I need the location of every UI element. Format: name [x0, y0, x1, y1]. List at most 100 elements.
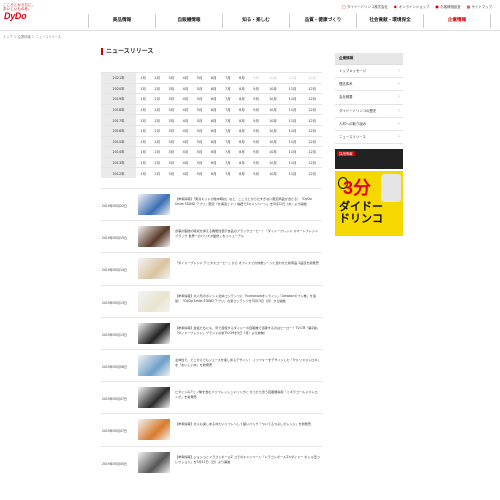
util-link-1[interactable]: ◆ オンラインショップ — [394, 4, 430, 9]
archive-month-link[interactable]: 1月 — [136, 93, 151, 105]
dydo-3min-banner[interactable]: 3分 ダイドー ドリンコ — [335, 171, 403, 237]
archive-month-link[interactable]: 4月 — [178, 146, 193, 158]
archive-month-link[interactable]: 5月 — [192, 114, 207, 126]
archive-month-link[interactable]: 8月 — [234, 103, 249, 115]
news-title-link[interactable]: 【参考情報】「笑点キッドの懐中時計」など、こころとからだすぎない限定商品が当たる… — [175, 197, 320, 207]
archive-month-link[interactable]: 1月 — [136, 82, 151, 94]
archive-month-link[interactable]: 11月 — [282, 103, 303, 115]
archive-month-link[interactable]: 12月 — [302, 114, 322, 126]
archive-month-link[interactable]: 6月 — [206, 146, 221, 158]
gnav-item-2[interactable]: 知る・楽しむ — [223, 14, 290, 28]
archive-month-link[interactable]: 1月 — [136, 135, 151, 147]
archive-month-link[interactable]: 2月 — [150, 93, 165, 105]
news-thumbnail[interactable] — [138, 419, 170, 441]
news-title-link[interactable]: 主体性で、どこからでもジュースを楽しめるデザイン！ イツフォーをデザインした「5… — [175, 358, 320, 368]
gnav-item-3[interactable]: 品質・健康づくり — [290, 14, 357, 28]
gnav-item-0[interactable]: 商品情報 — [89, 14, 156, 28]
archive-month-link[interactable]: 10月 — [263, 124, 283, 137]
archive-month-link[interactable]: 9月 — [249, 124, 264, 137]
archive-month-link[interactable]: 11月 — [282, 93, 303, 105]
breadcrumb[interactable]: トップ ＞ 企業情報 ＞ ニュースリリース — [3, 34, 61, 39]
archive-month-link[interactable]: 1月 — [136, 156, 151, 168]
archive-month-link[interactable]: 8月 — [234, 72, 249, 84]
news-title-link[interactable]: ビタミン&アミノ酸を含むパリフレッシュドリンクに ぴったり合う自販機専用「ミネラ… — [175, 390, 320, 400]
news-item[interactable]: 2019年05月07日 【参考情報】大人も楽しめるゆたいリフレ〜して組いパンク「つ… — [101, 413, 322, 445]
sidebar-heading[interactable]: 企業情報 — [335, 53, 403, 65]
news-thumbnail[interactable] — [138, 194, 170, 215]
archive-month-link[interactable]: 3月 — [164, 156, 179, 168]
news-thumbnail[interactable] — [138, 354, 170, 376]
archive-month-link[interactable]: 5月 — [192, 124, 207, 137]
archive-month-link[interactable]: 1月 — [136, 124, 151, 137]
news-thumbnail[interactable] — [138, 290, 170, 312]
archive-month-link[interactable]: 3月 — [164, 114, 179, 126]
news-thumbnail[interactable] — [138, 226, 170, 248]
archive-month-link[interactable]: 3月 — [164, 146, 179, 158]
archive-month-link[interactable]: 5月 — [192, 103, 207, 115]
archive-month-link[interactable]: 9月 — [249, 82, 264, 94]
archive-month-link[interactable]: 10月 — [263, 156, 283, 168]
util-link-2[interactable]: ● お客様相談室 — [435, 4, 460, 9]
archive-month-link[interactable]: 3月 — [164, 103, 179, 115]
archive-month-link[interactable]: 9月 — [249, 135, 264, 147]
archive-month-link[interactable]: 12月 — [302, 135, 322, 147]
archive-month-link[interactable]: 4月 — [178, 114, 193, 126]
archive-month-link[interactable]: 8月 — [234, 156, 249, 168]
news-item[interactable]: 2019年05月13日 【参考情報】並坂たちにも、皆で自慢するダイドーの自販機で活… — [101, 316, 322, 349]
dydo-logo[interactable]: DyDo — [4, 11, 27, 21]
archive-month-link[interactable]: 10月 — [263, 114, 283, 126]
sidebar-item-5[interactable]: ニュースリリース — [335, 131, 403, 144]
archive-month-link[interactable]: 10月 — [263, 93, 283, 105]
archive-month-link[interactable]: 7月 — [220, 103, 235, 115]
archive-month-link[interactable]: 4月 — [178, 93, 193, 105]
news-title-link[interactable]: 食事の脂肪の吸収を抑える機能性表示食品のブラックコーヒー！「ダイドーブレンド ス… — [175, 229, 320, 239]
news-title-link[interactable]: 【参考情報】大人も楽しめるゆたいリフレ〜して組いパンク「ついてるつぶしオレンジ」… — [175, 422, 320, 427]
archive-month-link[interactable]: 1月 — [136, 146, 151, 158]
archive-month-link[interactable]: 2月 — [150, 124, 165, 137]
archive-month-link[interactable]: 2月 — [150, 72, 165, 84]
news-thumbnail[interactable] — [138, 322, 170, 344]
news-thumbnail[interactable] — [138, 258, 170, 280]
archive-month-link[interactable]: 12月 — [302, 167, 322, 179]
archive-month-link[interactable]: 10月 — [263, 135, 283, 147]
archive-month-link[interactable]: 1月 — [136, 103, 151, 115]
archive-month-link[interactable]: 11月 — [282, 135, 303, 147]
archive-month-link[interactable]: 3月 — [164, 167, 179, 179]
archive-month-link[interactable]: 7月 — [220, 93, 235, 105]
archive-month-link[interactable]: 6月 — [206, 156, 221, 168]
archive-month-link[interactable]: 8月 — [234, 93, 249, 105]
news-item[interactable]: 2019年05月08日 主体性で、どこからでもジュースを楽しめるデザイン！ イツフ… — [101, 348, 322, 381]
news-item[interactable]: 2019年05月13日 【参考情報】大人気のポイント交換コンテンツに「humano… — [101, 284, 322, 317]
archive-month-link[interactable]: 12月 — [302, 103, 322, 115]
archive-month-link[interactable]: 9月 — [249, 167, 264, 179]
util-link-3[interactable]: ▦ サイトマップ — [467, 4, 492, 9]
news-item[interactable]: 2019年05月22日 【参考情報】「笑点キッドの懐中時計」など、こころとからだす… — [101, 188, 322, 220]
news-thumbnail[interactable] — [138, 451, 170, 473]
archive-month-link[interactable]: 7月 — [220, 124, 235, 137]
archive-month-link[interactable]: 6月 — [206, 124, 221, 137]
archive-month-link[interactable]: 12月 — [302, 146, 322, 158]
archive-month-link[interactable]: 6月 — [206, 93, 221, 105]
gnav-item-4[interactable]: 社会貢献・環境保全 — [357, 14, 424, 28]
news-title-link[interactable]: 【参考情報】大人気のポイント交換コンテンツに「humanoidオンライン」「Am… — [175, 294, 320, 304]
news-title-link[interactable]: 「ダイドーブレンド デミタスコーヒー」から オフィスでの休憩シーンに合わせた新商… — [175, 261, 320, 266]
archive-month-link[interactable]: 2月 — [150, 146, 165, 158]
archive-month-link[interactable]: 9月 — [249, 103, 264, 115]
archive-month-link[interactable]: 12月 — [302, 93, 322, 105]
archive-month-link[interactable]: 4月 — [178, 82, 193, 94]
archive-month-link[interactable]: 10月 — [263, 167, 283, 179]
archive-month-link[interactable]: 10月 — [263, 146, 283, 158]
archive-month-link[interactable]: 1月 — [136, 72, 151, 84]
archive-month-link[interactable]: 8月 — [234, 146, 249, 158]
archive-month-link[interactable]: 2月 — [150, 103, 165, 115]
archive-month-link[interactable]: 2月 — [150, 135, 165, 147]
archive-month-link[interactable]: 9月 — [249, 93, 264, 105]
news-item[interactable]: 2019年05月14日 「ダイドーブレンド デミタスコーヒー」から オフィスでの休… — [101, 252, 322, 284]
archive-month-link[interactable]: 3月 — [164, 72, 179, 84]
archive-month-link[interactable]: 12月 — [302, 124, 322, 137]
archive-month-link[interactable]: 11月 — [282, 167, 303, 179]
recruit-banner[interactable]: 採用情報 — [335, 149, 403, 170]
news-thumbnail[interactable] — [138, 387, 170, 409]
archive-month-link[interactable]: 11月 — [282, 114, 303, 126]
archive-month-link[interactable]: 7月 — [220, 82, 235, 94]
